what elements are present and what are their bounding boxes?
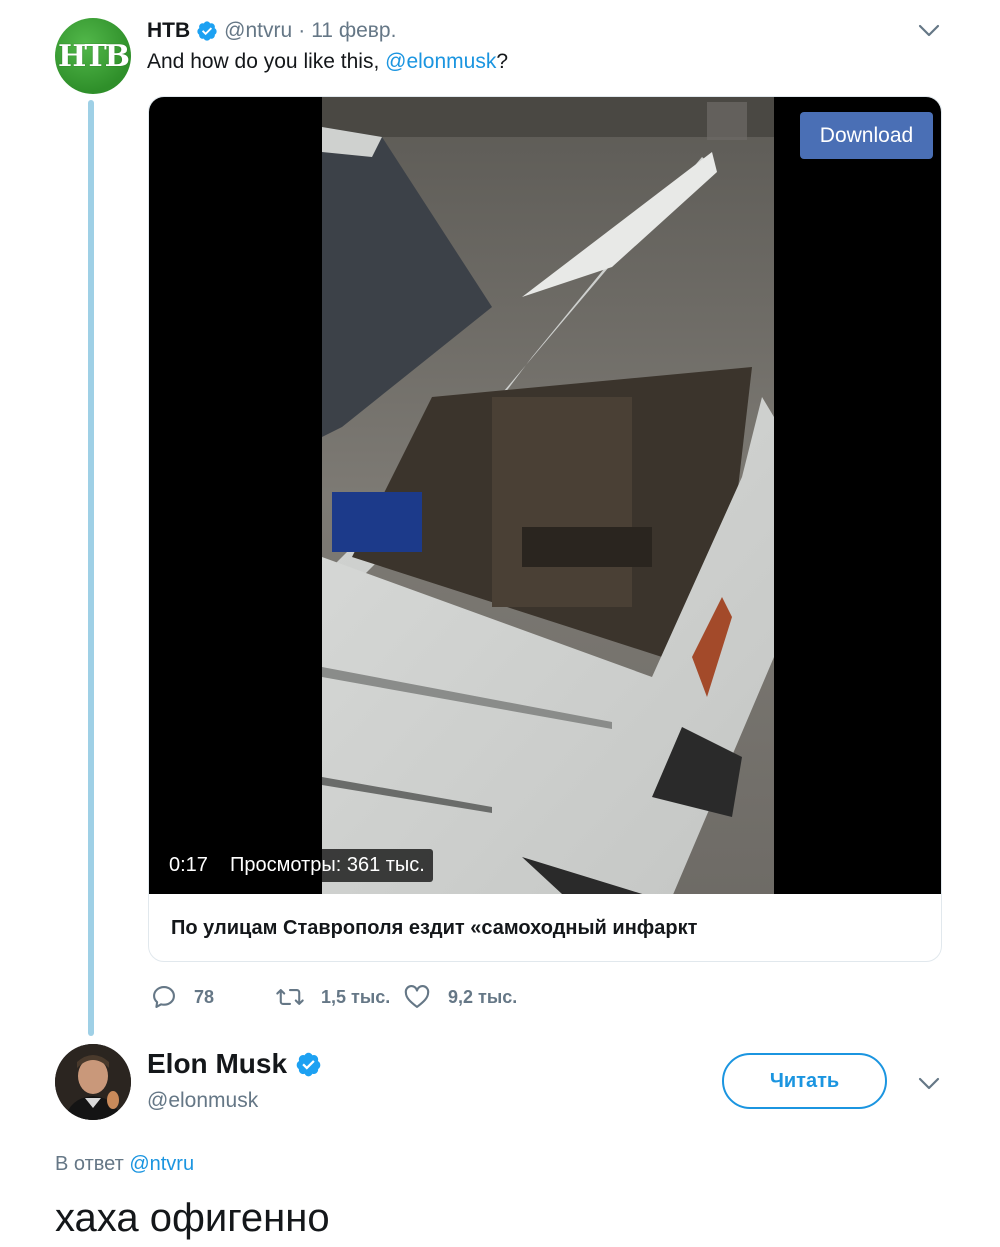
download-button[interactable]: Download xyxy=(800,112,933,159)
reply-action[interactable]: 78 xyxy=(150,982,214,1012)
reply-mention-link[interactable]: @ntvru xyxy=(129,1153,194,1175)
reply-count: 78 xyxy=(194,986,215,1007)
tweet1-date[interactable]: 11 февр. xyxy=(311,19,396,43)
ntv-avatar[interactable]: НТВ xyxy=(55,18,131,94)
video-duration-badge: 0:17 xyxy=(161,849,216,882)
tweet1-text-part: ? xyxy=(496,50,509,73)
video-player[interactable]: Download 0:17 Просмотры: 361 тыс. xyxy=(149,97,941,894)
verified-badge-icon xyxy=(197,21,217,41)
card-title[interactable]: По улицам Ставрополя ездит «самоходный и… xyxy=(171,917,697,940)
media-card[interactable]: Download 0:17 Просмотры: 361 тыс. По ули… xyxy=(148,96,942,962)
reply-icon xyxy=(153,986,175,1008)
tweet2-author: Elon Musk xyxy=(147,1046,328,1082)
tweet2-text: хаха офигенно xyxy=(55,1196,330,1240)
tweet1-text: And how do you like this, @elonmusk? xyxy=(147,50,508,74)
header-separator: · xyxy=(298,19,306,42)
follow-button[interactable]: Читать xyxy=(722,1053,887,1109)
video-frame xyxy=(322,97,774,894)
chevron-down-icon[interactable] xyxy=(918,24,940,38)
tweet1-header: НТВ @ntvru · 11 февр. xyxy=(147,16,396,46)
retweet-action[interactable]: 1,5 тыс. xyxy=(275,982,390,1012)
elon-musk-avatar[interactable] xyxy=(55,1044,131,1120)
tweet2-author-handle[interactable]: @elonmusk xyxy=(147,1089,258,1113)
tweet1-text-part: And how do you like this, xyxy=(147,50,386,73)
like-count: 9,2 тыс. xyxy=(448,986,518,1007)
like-icon xyxy=(404,985,430,1008)
tweet1-author-name[interactable]: НТВ xyxy=(147,19,190,43)
retweet-count: 1,5 тыс. xyxy=(321,986,391,1007)
retweet-icon xyxy=(276,989,304,1005)
chevron-down-icon[interactable] xyxy=(918,1077,940,1091)
like-action[interactable]: 9,2 тыс. xyxy=(402,982,517,1012)
avatar-photo xyxy=(55,1044,131,1120)
tweet2-author-name[interactable]: Elon Musk xyxy=(147,1048,287,1080)
reply-context: В ответ @ntvru xyxy=(55,1153,194,1176)
video-views-badge: Просмотры: 361 тыс. xyxy=(222,849,433,882)
thread-connector-line xyxy=(88,100,94,1036)
mention-link[interactable]: @elonmusk xyxy=(385,50,496,73)
ntv-logo: НТВ xyxy=(57,38,130,74)
reply-prefix: В ответ xyxy=(55,1153,130,1175)
verified-badge-icon xyxy=(296,1052,321,1076)
tweet1-author-handle[interactable]: @ntvru xyxy=(224,19,292,43)
